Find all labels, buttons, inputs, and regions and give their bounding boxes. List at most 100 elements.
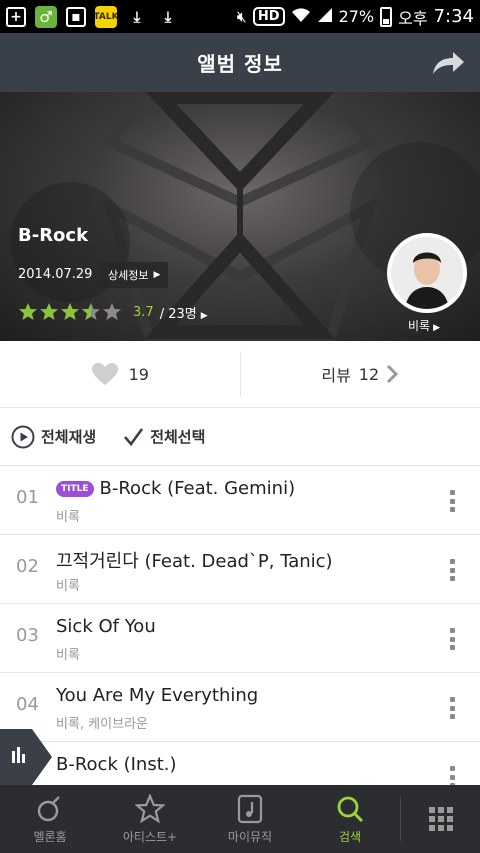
star-full-icon xyxy=(40,303,58,320)
title-track-badge: TITLE xyxy=(56,480,94,497)
wifi-icon xyxy=(291,7,311,27)
nav-search[interactable]: 검색 xyxy=(300,785,400,853)
grid-menu-icon xyxy=(428,807,453,831)
play-circle-icon xyxy=(11,425,35,448)
review-count: 12 xyxy=(358,364,380,384)
more-options-button[interactable] xyxy=(450,490,456,512)
kakaotalk-icon: TALK xyxy=(93,5,119,28)
artist-name: 비록 xyxy=(408,319,431,333)
clock-ampm: 오후 xyxy=(398,8,428,28)
clock-time: 7:34 xyxy=(433,6,474,27)
track-number: 03 xyxy=(16,625,39,646)
search-icon xyxy=(337,796,364,822)
track-artist: 비록 xyxy=(56,648,80,663)
dot-icon xyxy=(450,498,455,504)
nav-my-music[interactable]: 마이뮤직 xyxy=(200,785,300,853)
more-options-button[interactable] xyxy=(450,697,456,719)
play-all-button[interactable]: 전체재생 xyxy=(11,425,96,449)
track-title: B-Rock (Feat. Gemini) xyxy=(99,478,296,499)
melon-home-icon xyxy=(37,795,60,821)
track-artist: 비록, 케이브라운 xyxy=(56,717,148,732)
menu-grid-button[interactable] xyxy=(401,785,480,853)
rating-count-value: 23명 xyxy=(168,306,197,322)
track-artist: 비록 xyxy=(56,510,80,525)
dot-icon xyxy=(450,697,455,702)
rating-stars[interactable]: 3.7 / 23명 ▶ xyxy=(18,302,208,322)
play-arrow-icon: ▶ xyxy=(200,310,208,321)
detail-info-button[interactable]: 상세정보 ▶ xyxy=(100,262,169,288)
dot-icon xyxy=(450,567,455,573)
status-bar: + ♂ ▪ TALK ⤓ ⤓ 🔇︎ HD 27% 오후 7:34 xyxy=(0,0,480,33)
share-icon xyxy=(433,52,464,74)
track-row[interactable]: 01 TITLE B-Rock (Feat. Gemini) 비록 xyxy=(0,466,480,535)
play-controls: 전체재생 전체선택 xyxy=(0,408,480,466)
track-row[interactable]: 02 끄적거린다 (Feat. Dead`P, Tanic) 비록 xyxy=(0,535,480,604)
like-button[interactable]: 19 xyxy=(0,341,240,407)
artist-avatar[interactable] xyxy=(387,233,467,313)
download-icon: ⤓ xyxy=(133,7,141,26)
star-half-icon xyxy=(82,303,100,320)
album-hero: B-Rock 2014.07.29 상세정보 ▶ 3.7 / 23명 ▶ 비록 ▶ xyxy=(0,92,480,341)
play-arrow-icon: ▶ xyxy=(153,270,161,280)
dot-icon xyxy=(450,774,455,780)
dot-icon xyxy=(450,714,455,719)
app-notification-icon: ♂ xyxy=(35,5,57,28)
nav-label: 멜론홈 xyxy=(33,829,67,844)
track-title-wrap: TITLE B-Rock (Feat. Gemini) xyxy=(56,478,295,499)
more-options-button[interactable] xyxy=(450,559,456,581)
image-notification-icon: ▪ xyxy=(66,6,86,27)
check-icon xyxy=(124,427,144,446)
track-number: 01 xyxy=(16,487,39,508)
mute-icon: 🔇︎ xyxy=(236,6,247,26)
rating-count[interactable]: / 23명 ▶ xyxy=(160,303,208,322)
star-icon xyxy=(135,793,165,823)
star-full-icon xyxy=(61,303,79,320)
dot-icon xyxy=(450,636,455,642)
chevron-right-icon xyxy=(387,364,399,384)
dot-icon xyxy=(450,490,455,495)
artist-name-link[interactable]: 비록 ▶ xyxy=(408,317,440,334)
like-count: 19 xyxy=(128,364,149,384)
nav-melon-home[interactable]: 멜론홈 xyxy=(0,785,100,853)
artist-photo xyxy=(391,237,463,309)
star-full-icon xyxy=(19,303,37,320)
music-note-icon xyxy=(237,794,263,823)
add-notification-icon: + xyxy=(6,6,26,27)
battery-icon xyxy=(380,6,393,27)
album-actions: 19 리뷰 12 xyxy=(0,341,480,408)
hd-voice-icon: HD xyxy=(252,7,285,26)
equalizer-icon xyxy=(0,729,52,785)
track-title: You Are My Everything xyxy=(56,685,259,706)
nav-label: 마이뮤직 xyxy=(227,829,273,844)
dot-icon xyxy=(450,559,455,564)
dot-icon xyxy=(450,705,455,711)
share-button[interactable] xyxy=(428,45,468,81)
select-all-button[interactable]: 전체선택 xyxy=(122,426,205,448)
dot-icon xyxy=(450,645,455,650)
nav-artist-plus[interactable]: 아티스트+ xyxy=(100,785,200,853)
track-list: 01 TITLE B-Rock (Feat. Gemini) 비록 02 끄적거… xyxy=(0,466,480,811)
select-all-label: 전체선택 xyxy=(150,428,206,446)
star-empty-icon xyxy=(103,303,121,320)
now-playing-tab[interactable] xyxy=(0,729,54,785)
track-title: B-Rock (Inst.) xyxy=(56,754,177,775)
track-row[interactable]: 03 Sick Of You 비록 xyxy=(0,604,480,673)
bottom-navigation: 멜론홈 아티스트+ 마이뮤직 검색 xyxy=(0,785,480,853)
dot-icon xyxy=(450,766,455,771)
dot-icon xyxy=(450,628,455,633)
nav-label: 아티스트+ xyxy=(122,829,178,844)
rating-score: 3.7 xyxy=(133,304,154,320)
dot-icon xyxy=(450,507,455,512)
nav-label: 검색 xyxy=(338,829,362,844)
track-artist: 비록 xyxy=(56,579,80,594)
battery-level: 27% xyxy=(338,7,375,26)
signal-icon xyxy=(317,7,333,27)
more-options-button[interactable] xyxy=(450,628,456,650)
review-button[interactable]: 리뷰 12 xyxy=(241,341,480,407)
play-all-label: 전체재생 xyxy=(41,428,97,446)
download-icon: ⤓ xyxy=(164,7,172,26)
album-title: B-Rock xyxy=(18,225,89,246)
track-number: 04 xyxy=(16,694,39,715)
review-label: 리뷰 xyxy=(321,366,351,385)
track-row[interactable]: 04 You Are My Everything 비록, 케이브라운 xyxy=(0,673,480,742)
